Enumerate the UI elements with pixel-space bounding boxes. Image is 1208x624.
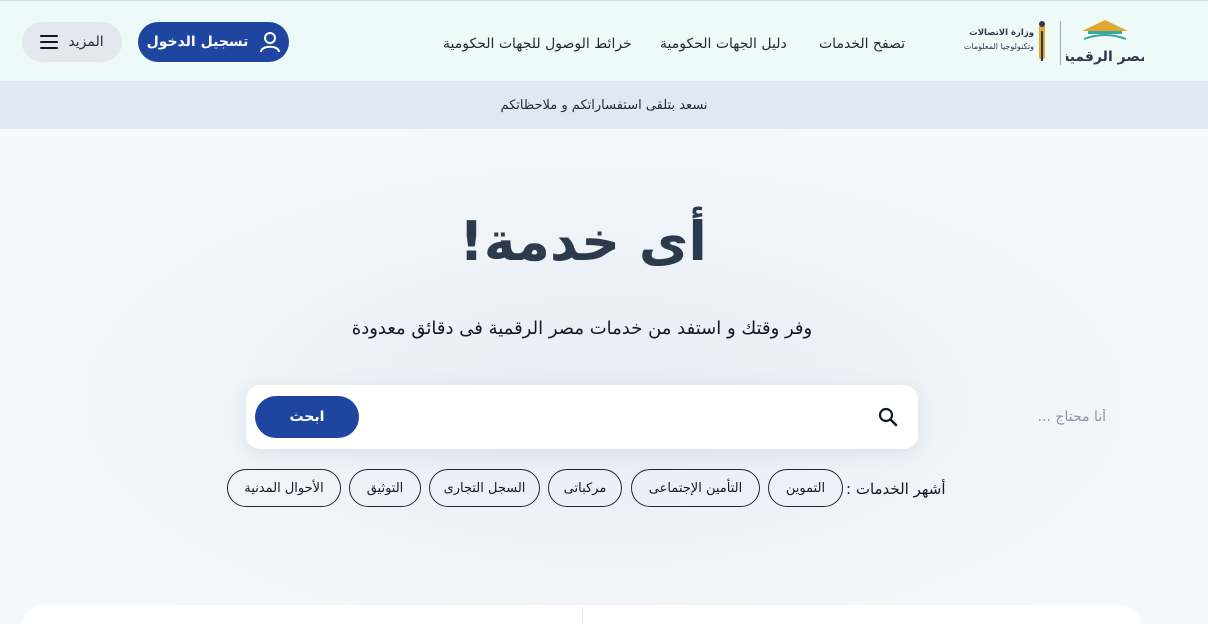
chip-my-vehicles[interactable]: مركباتى <box>548 469 622 507</box>
digital-egypt-logo-text: مصر الرقمية <box>1066 49 1144 65</box>
ministry-logo-line2: وتكنولوجيا المعلومات <box>964 42 1034 51</box>
chip-social-insurance[interactable]: التأمين الإجتماعى <box>631 469 760 507</box>
more-menu-label: المزيد <box>68 34 104 50</box>
nav-link-browse-services[interactable]: تصفح الخدمات <box>819 36 905 52</box>
chip-civil-status[interactable]: الأحوال المدنية <box>227 469 341 507</box>
bottom-card <box>22 605 1142 624</box>
top-navigation-bar: المزيد تسجيل الدخول خرائط الوصول للجهات … <box>0 0 1208 81</box>
search-icon <box>878 407 898 427</box>
user-icon <box>260 32 281 53</box>
hamburger-menu-icon <box>40 35 59 49</box>
chip-commercial-registry[interactable]: السجل التجارى <box>429 469 540 507</box>
login-button[interactable]: تسجيل الدخول <box>138 22 289 62</box>
more-menu-button[interactable]: المزيد <box>22 22 122 62</box>
ministry-logo-line1: وزارة الاتصالات <box>969 28 1034 38</box>
search-button-label: ابحث <box>289 409 325 425</box>
feedback-banner-text: نسعد بتلقى استفساراتكم و ملاحظاتكم <box>500 97 708 113</box>
search-box: ابحث <box>246 385 1106 449</box>
hero-title: أى خدمة! <box>459 210 707 273</box>
search-input[interactable] <box>626 405 1106 429</box>
digital-egypt-logo[interactable]: مصر الرقمية <box>1066 17 1144 67</box>
nav-link-government-directory[interactable]: دليل الجهات الحكومية <box>660 36 787 52</box>
feedback-banner[interactable]: نسعد بتلقى استفساراتكم و ملاحظاتكم <box>0 81 1208 129</box>
hero-background <box>0 129 1208 624</box>
chip-tamween[interactable]: التموين <box>768 469 843 507</box>
search-button[interactable]: ابحث <box>255 396 359 438</box>
bottom-card-divider <box>582 607 583 624</box>
logo-divider <box>1060 21 1061 65</box>
chip-notarization[interactable]: التوثيق <box>349 469 421 507</box>
nav-link-government-maps[interactable]: خرائط الوصول للجهات الحكومية <box>443 36 632 52</box>
hero-subtitle: وفر وقتك و استفد من خدمات مصر الرقمية فى… <box>351 318 813 339</box>
popular-services-label: أشهر الخدمات : <box>846 480 946 498</box>
ministry-logo[interactable]: وزارة الاتصالات وتكنولوجيا المعلومات <box>958 19 1050 67</box>
login-label: تسجيل الدخول <box>146 34 249 50</box>
